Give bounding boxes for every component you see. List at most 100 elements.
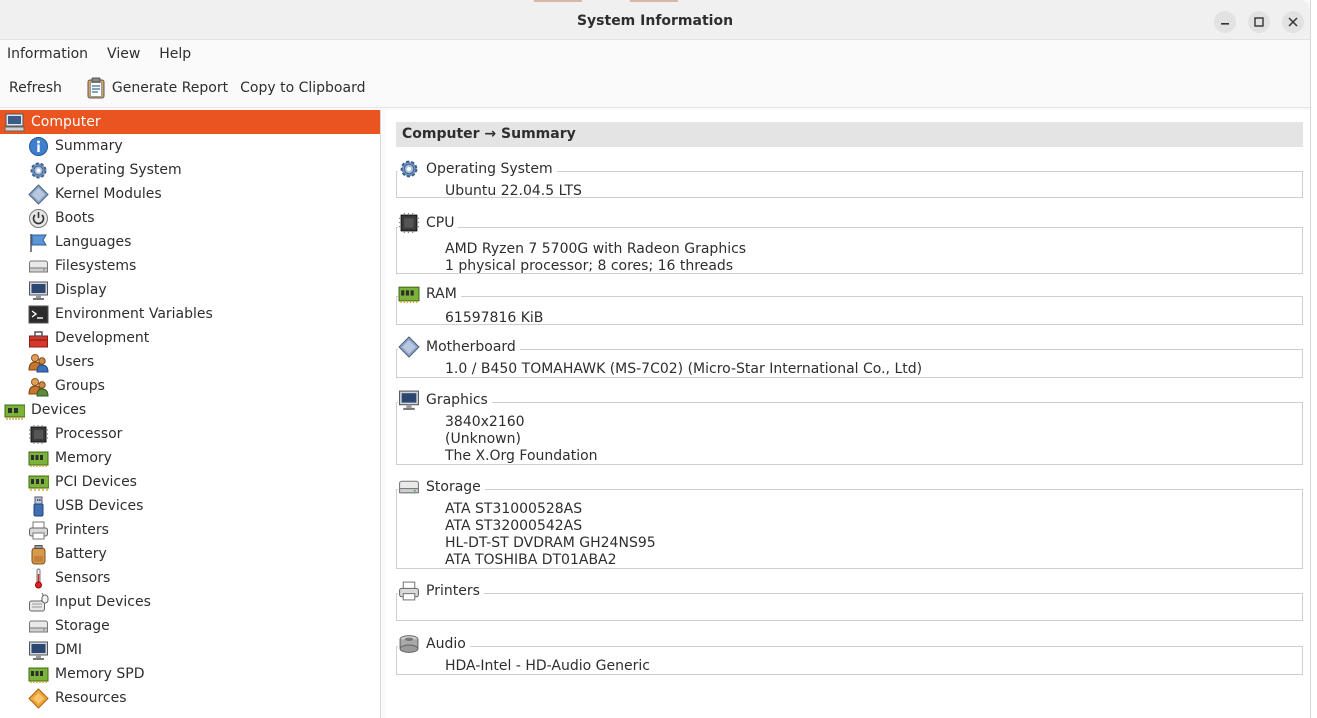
sidebar-item-label: Groups bbox=[55, 378, 105, 394]
section-title: Audio bbox=[426, 636, 466, 652]
section-value-line: Ubuntu 22.04.5 LTS bbox=[445, 183, 582, 199]
sidebar-item-label: Sensors bbox=[55, 570, 111, 586]
section-header: Graphics bbox=[398, 389, 492, 411]
sidebar-item-label: Battery bbox=[55, 546, 107, 562]
section-value-line: (Unknown) bbox=[445, 431, 521, 447]
menu-information[interactable]: Information bbox=[7, 46, 88, 62]
speaker-icon bbox=[399, 635, 419, 653]
sidebar-tree[interactable]: Computer Summary Operating System Kernel Mo… bbox=[0, 110, 381, 718]
sidebar-item-sensors[interactable]: Sensors bbox=[0, 566, 380, 590]
section-printers: Printers bbox=[396, 580, 1303, 621]
printer-icon bbox=[399, 581, 419, 601]
sidebar-item-operating-system[interactable]: Operating System bbox=[0, 158, 380, 182]
sidebar-item-languages[interactable]: Languages bbox=[0, 230, 380, 254]
gear-icon bbox=[400, 160, 418, 178]
section-title: Storage bbox=[426, 479, 481, 495]
drive-icon bbox=[29, 620, 48, 632]
sidebar-item-battery[interactable]: Battery bbox=[0, 542, 380, 566]
section-ram: RAM 61597816 KiB bbox=[396, 283, 1303, 326]
section-values: AMD Ryzen 7 5700G with Radeon Graphics 1 … bbox=[445, 241, 746, 275]
minimize-button[interactable] bbox=[1214, 11, 1236, 33]
section-value-line: 61597816 KiB bbox=[445, 310, 544, 326]
menu-view[interactable]: View bbox=[107, 46, 140, 62]
chip-icon bbox=[399, 213, 419, 233]
toolbox-icon bbox=[29, 330, 48, 347]
diamond-icon bbox=[398, 336, 420, 358]
section-title: Graphics bbox=[426, 392, 488, 408]
sidebar-item-dmi[interactable]: DMI bbox=[0, 638, 380, 662]
section-storage: Storage ATA ST31000528AS ATA ST32000542AS H… bbox=[396, 476, 1303, 569]
sidebar-item-label: Printers bbox=[55, 522, 109, 538]
sidebar-item-label: Filesystems bbox=[55, 258, 137, 274]
sidebar-item-processor[interactable]: Processor bbox=[0, 422, 380, 446]
section-header: Operating System bbox=[398, 158, 557, 180]
battery-icon bbox=[31, 544, 46, 564]
sidebar-item-groups[interactable]: Groups bbox=[0, 374, 380, 398]
toolbar: Refresh Generate Report Copy to Clipboar… bbox=[0, 68, 1310, 108]
sidebar-item-environment-variables[interactable]: Environment Variables bbox=[0, 302, 380, 326]
usb-icon bbox=[33, 496, 44, 516]
computer-icon bbox=[4, 113, 25, 131]
section-operating-system: Operating System Ubuntu 22.04.5 LTS bbox=[396, 158, 1303, 200]
section-header: Printers bbox=[398, 580, 484, 602]
monitor-icon bbox=[29, 641, 48, 660]
section-value-line: 1.0 / B450 TOMAHAWK (MS-7C02) (Micro-Sta… bbox=[445, 361, 923, 377]
sidebar-item-users[interactable]: Users bbox=[0, 350, 380, 374]
refresh-button[interactable]: Refresh bbox=[9, 80, 62, 96]
generate-report-button[interactable]: Generate Report bbox=[86, 77, 228, 99]
sidebar-item-label: Boots bbox=[55, 210, 95, 226]
sidebar-item-label: Development bbox=[55, 330, 150, 346]
sidebar-item-development[interactable]: Development bbox=[0, 326, 380, 350]
sidebar-item-printers[interactable]: Printers bbox=[0, 518, 380, 542]
memory-icon bbox=[28, 667, 49, 683]
copy-label: Copy to Clipboard bbox=[240, 79, 366, 96]
copy-to-clipboard-button[interactable]: Copy to Clipboard bbox=[240, 80, 365, 96]
monitor-icon bbox=[29, 281, 48, 300]
memory-icon bbox=[398, 286, 420, 303]
sidebar-item-storage[interactable]: Storage bbox=[0, 614, 380, 638]
tab-indicator bbox=[534, 0, 582, 2]
section-header: RAM bbox=[398, 283, 461, 305]
sidebar-item-filesystems[interactable]: Filesystems bbox=[0, 254, 380, 278]
power-icon bbox=[29, 208, 48, 228]
sidebar-item-pci-devices[interactable]: PCI Devices bbox=[0, 470, 380, 494]
maximize-button[interactable] bbox=[1248, 11, 1270, 33]
sidebar-item-devices[interactable]: Devices bbox=[0, 398, 380, 422]
section-value-line: AMD Ryzen 7 5700G with Radeon Graphics bbox=[445, 241, 747, 257]
sidebar-item-computer[interactable]: Computer bbox=[0, 110, 380, 134]
title-bar[interactable]: System Information bbox=[0, 0, 1310, 40]
sidebar-item-label: Devices bbox=[31, 402, 87, 418]
sidebar-item-memory-spd[interactable]: Memory SPD bbox=[0, 662, 380, 686]
menu-help[interactable]: Help bbox=[159, 46, 191, 62]
section-values: ATA ST31000528AS ATA ST32000542AS HL-DT-ST… bbox=[445, 501, 656, 569]
sidebar-item-label: Operating System bbox=[55, 162, 182, 178]
sidebar-item-display[interactable]: Display bbox=[0, 278, 380, 302]
groups-icon bbox=[28, 377, 49, 396]
sidebar-item-boots[interactable]: Boots bbox=[0, 206, 380, 230]
sidebar-item-input-devices[interactable]: Input Devices bbox=[0, 590, 380, 614]
section-frame bbox=[396, 593, 1303, 621]
generate-report-label: Generate Report bbox=[111, 79, 229, 96]
sidebar-item-memory[interactable]: Memory bbox=[0, 446, 380, 470]
section-motherboard: Motherboard 1.0 / B450 TOMAHAWK (MS-7C02)… bbox=[396, 336, 1303, 378]
sidebar-item-resources[interactable]: Resources bbox=[0, 686, 380, 710]
diamond-icon bbox=[28, 183, 49, 205]
sidebar-item-label: Storage bbox=[55, 618, 110, 634]
sidebar-item-summary[interactable]: Summary bbox=[0, 134, 380, 158]
section-value-line: ATA TOSHIBA DT01ABA2 bbox=[445, 552, 617, 568]
sidebar-item-usb-devices[interactable]: USB Devices bbox=[0, 494, 380, 518]
sidebar-item-label: Computer bbox=[31, 114, 101, 130]
close-button[interactable] bbox=[1282, 11, 1304, 33]
section-values: 3840x2160 (Unknown) The X.Org Foundation bbox=[445, 414, 598, 465]
section-value-line: HDA-Intel - HD-Audio Generic bbox=[445, 658, 650, 674]
users-icon bbox=[28, 353, 49, 372]
sidebar-item-label: Environment Variables bbox=[55, 306, 213, 322]
close-icon bbox=[1288, 17, 1298, 27]
section-audio: Audio HDA-Intel - HD-Audio Generic bbox=[396, 633, 1303, 675]
section-values: Ubuntu 22.04.5 LTS bbox=[445, 183, 582, 200]
gear-icon bbox=[30, 162, 47, 178]
sidebar-item-kernel-modules[interactable]: Kernel Modules bbox=[0, 182, 380, 206]
window-title: System Information bbox=[576, 13, 734, 29]
pci-icon bbox=[28, 475, 49, 491]
sidebar-item-label: Input Devices bbox=[55, 594, 151, 610]
